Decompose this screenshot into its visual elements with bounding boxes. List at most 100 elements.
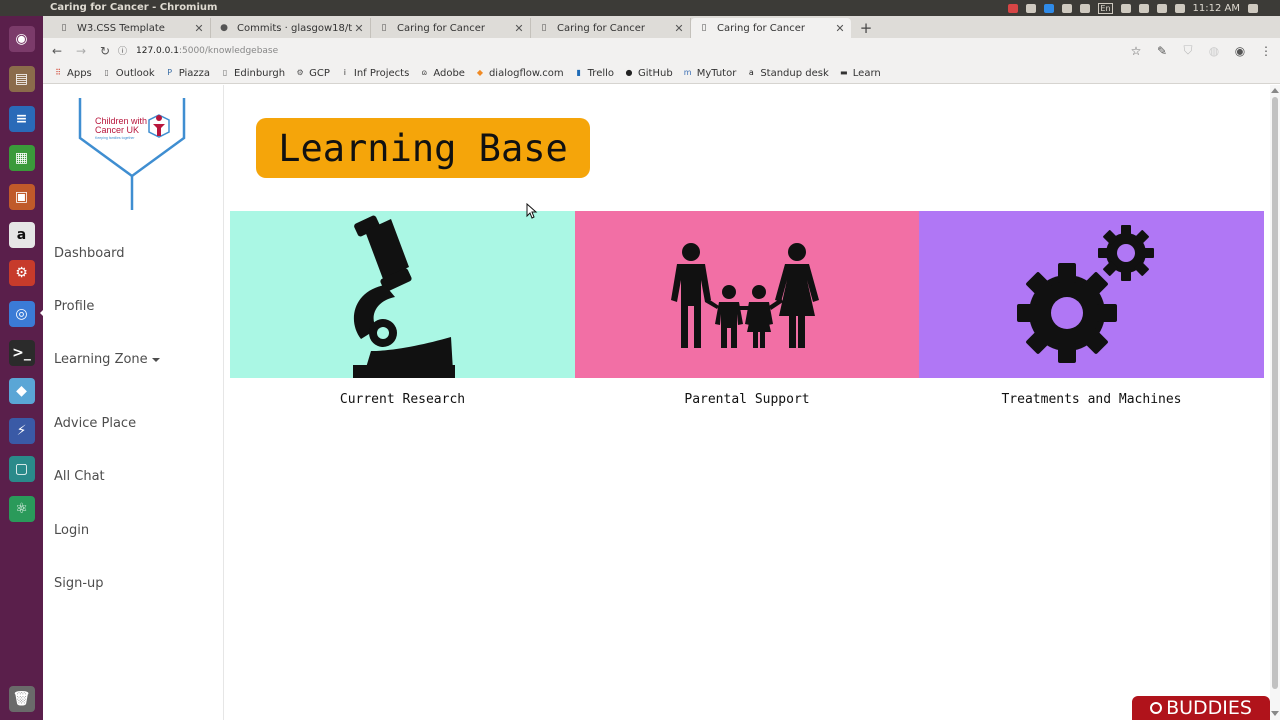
nav-login[interactable]: Login <box>54 523 89 538</box>
bookmark-mytutor[interactable]: m MyTutor <box>683 68 737 79</box>
bookmark-apps[interactable]: ⠿ Apps <box>53 68 92 79</box>
back-button[interactable]: ← <box>47 41 67 61</box>
tile-label-parental-support[interactable]: Parental Support <box>575 392 919 407</box>
page-scrollbar[interactable] <box>1270 85 1280 720</box>
bookmark-dialogflow-com[interactable]: ◆ dialogflow.com <box>475 68 564 79</box>
nav-learning-zone[interactable]: Learning Zone <box>54 352 160 367</box>
printer-icon[interactable] <box>1062 3 1073 13</box>
buddies-chat-button[interactable]: BUDDIES <box>1132 696 1270 720</box>
bookmark-label: Trello <box>587 67 615 79</box>
star-icon[interactable]: ☆ <box>1128 44 1144 58</box>
bookmark-gcp[interactable]: ⚙ GCP <box>295 68 330 79</box>
launcher-3d-app[interactable]: ◆ <box>5 374 38 407</box>
tab-caring-active[interactable]: ▯ Caring for Cancer ✕ <box>691 18 851 38</box>
tile-label-current-research[interactable]: Current Research <box>230 392 575 407</box>
bookmark-inf-projects[interactable]: i Inf Projects <box>340 68 410 79</box>
extension-icon[interactable]: ✎ <box>1154 44 1170 58</box>
bookmark-github[interactable]: ● GitHub <box>624 68 673 79</box>
bookmark-standup-desk[interactable]: a Standup desk <box>746 68 829 79</box>
account-icon[interactable]: ◉ <box>1232 44 1248 58</box>
nav-profile[interactable]: Profile <box>54 299 94 314</box>
reload-button[interactable]: ↻ <box>95 41 115 61</box>
bookmark-icon: ▮ <box>576 68 581 77</box>
launcher-libreoffice-impress[interactable]: ▣ <box>5 180 38 213</box>
tab-label: Caring for Cancer <box>557 22 646 34</box>
bookmark-adobe[interactable]: ɷ Adobe <box>419 68 465 79</box>
power-gear-icon[interactable] <box>1248 3 1258 13</box>
bookmark-icon: ▯ <box>222 68 228 77</box>
launcher-chromium[interactable]: ◎ <box>5 297 38 330</box>
keyboard-language[interactable]: En <box>1098 2 1113 14</box>
launcher-amazon[interactable]: a <box>5 218 38 251</box>
3d-app-icon: ◆ <box>8 377 35 404</box>
bookmark-piazza[interactable]: P Piazza <box>165 68 210 79</box>
launcher-ubuntu-dash[interactable]: ◉ <box>5 22 38 55</box>
bookmark-learn[interactable]: ▬ Learn <box>839 68 881 79</box>
launcher-libreoffice-writer[interactable]: ≡ <box>5 102 38 135</box>
new-tab-button[interactable]: + <box>858 19 874 37</box>
launcher-system-settings[interactable]: ⚙ <box>5 256 38 289</box>
sidebar: Children with Cancer UK Keeping families… <box>43 85 224 720</box>
scroll-up-arrow-icon[interactable] <box>1271 88 1279 93</box>
close-icon[interactable]: ✕ <box>512 22 526 35</box>
atom-icon: ⚛ <box>8 495 35 522</box>
launcher-atom[interactable]: ⚛ <box>5 492 38 525</box>
main-content: Learning Base Current Research Parental … <box>224 85 1270 720</box>
scroll-thumb[interactable] <box>1272 97 1278 689</box>
close-icon[interactable]: ✕ <box>833 22 847 35</box>
system-settings-icon: ⚙ <box>8 259 35 286</box>
tile-parental-support[interactable] <box>575 211 919 378</box>
launcher-app-window[interactable]: ▢ <box>5 452 38 485</box>
launcher-trash[interactable]: 🗑 <box>5 682 38 715</box>
bookmarks-bar: ⠿ Apps ▯ Outlook P Piazza ▯ Edinburgh ⚙ GCP i Inf P… <box>43 63 1280 84</box>
bookmark-icon: ▬ <box>839 68 848 77</box>
extension-icon-2[interactable]: ◍ <box>1206 44 1222 58</box>
tab-w3css[interactable]: ▯ W3.CSS Template ✕ <box>51 18 211 38</box>
screen-record-icon[interactable] <box>1008 3 1019 13</box>
buddies-ring-icon <box>1150 702 1163 714</box>
bookmark-outlook[interactable]: ▯ Outlook <box>102 68 155 79</box>
shield-icon[interactable]: ⛉ <box>1180 43 1196 58</box>
window-title: Caring for Cancer - Chromium <box>50 2 218 13</box>
wifi-icon[interactable] <box>1138 3 1149 13</box>
close-icon[interactable]: ✕ <box>352 22 366 35</box>
launcher-terminal[interactable]: >_ <box>5 336 38 369</box>
launcher-files[interactable]: ▤ <box>5 62 38 95</box>
nav-sign-up[interactable]: Sign-up <box>54 576 104 591</box>
menu-icon[interactable]: ⋮ <box>1258 44 1274 58</box>
launcher-libreoffice-calc[interactable]: ▦ <box>5 141 38 174</box>
close-icon[interactable]: ✕ <box>192 22 206 35</box>
family-icon <box>671 242 819 348</box>
bookmark-icon: ▯ <box>104 68 109 77</box>
clock[interactable]: 11:12 AM <box>1193 3 1240 14</box>
tab-github-commits[interactable]: ● Commits · glasgow18/tea ✕ <box>211 18 371 38</box>
bookmark-edinburgh[interactable]: ▯ Edinburgh <box>220 68 285 79</box>
page-icon: ▯ <box>61 23 67 33</box>
tile-label-treatments-machines[interactable]: Treatments and Machines <box>919 392 1264 407</box>
launcher-remote-desktop[interactable]: ⚡ <box>5 414 38 447</box>
heart-figure-icon <box>148 114 170 138</box>
tab-caring-1[interactable]: ▯ Caring for Cancer ✕ <box>371 18 531 38</box>
page-title: Learning Base <box>256 118 590 178</box>
address-bar[interactable]: ⓘ 127.0.0.1:5000/knowledgebase <box>118 41 1148 60</box>
scroll-down-arrow-icon[interactable] <box>1271 711 1279 716</box>
screenshot-icon[interactable] <box>1080 3 1091 13</box>
nav-all-chat[interactable]: All Chat <box>54 469 105 484</box>
dropbox-icon[interactable] <box>1044 3 1055 13</box>
tile-treatments-machines[interactable] <box>919 211 1264 378</box>
info-icon[interactable]: ⓘ <box>118 44 130 57</box>
tile-current-research[interactable] <box>230 211 575 378</box>
close-icon[interactable]: ✕ <box>672 22 686 35</box>
sync-icon[interactable] <box>1026 3 1037 13</box>
nav-advice-place[interactable]: Advice Place <box>54 416 136 431</box>
battery-icon[interactable] <box>1156 3 1167 13</box>
bluetooth-icon[interactable] <box>1120 3 1131 13</box>
forward-button[interactable]: → <box>71 41 91 61</box>
tab-caring-2[interactable]: ▯ Caring for Cancer ✕ <box>531 18 691 38</box>
bookmark-trello[interactable]: ▮ Trello <box>574 68 614 79</box>
children-with-cancer-logo[interactable]: Children with Cancer UK Keeping families… <box>77 98 187 213</box>
bookmark-icon: ɷ <box>421 68 428 77</box>
nav-dashboard[interactable]: Dashboard <box>54 246 125 261</box>
volume-icon[interactable] <box>1174 3 1185 13</box>
bookmark-label: GCP <box>309 67 330 79</box>
